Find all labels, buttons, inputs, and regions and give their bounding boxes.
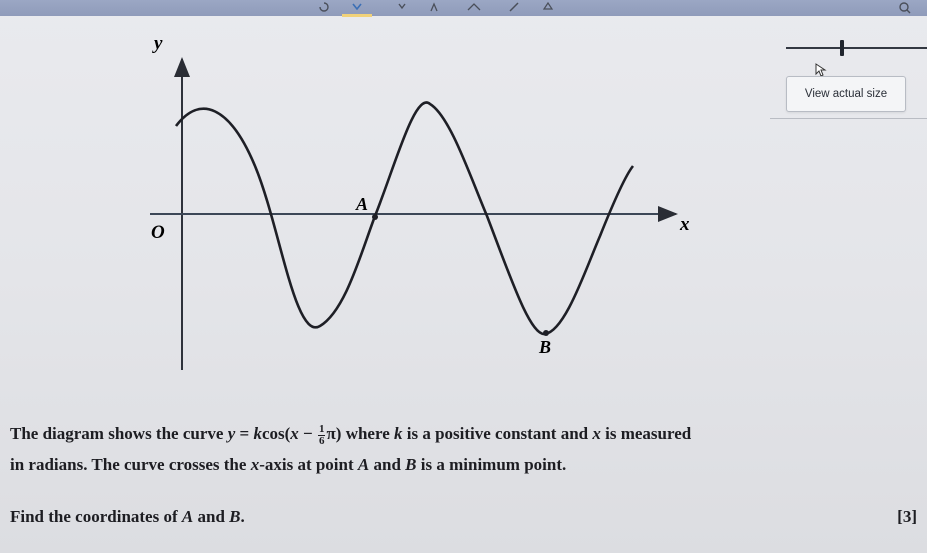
cursor-icon — [815, 63, 827, 77]
dropdown-arrow-icon[interactable] — [396, 1, 408, 13]
math-var: k — [394, 424, 403, 443]
viewer-panel: View actual size — [770, 28, 927, 120]
text-segment: . — [240, 507, 245, 526]
panel-divider — [770, 118, 927, 119]
cosine-curve — [174, 101, 635, 336]
point-b-marker — [543, 330, 549, 336]
math-pi: π) — [326, 424, 342, 443]
undo-icon[interactable] — [318, 1, 330, 13]
math-func: cos( — [261, 424, 291, 443]
view-actual-size-button[interactable]: View actual size — [786, 76, 906, 112]
cosine-graph: y x O A B — [150, 33, 690, 370]
text-segment: and — [369, 455, 406, 474]
text-segment: Find the coordinates of — [10, 507, 182, 526]
math-var: A — [181, 507, 194, 526]
toolbar — [0, 0, 927, 17]
eraser-icon[interactable] — [542, 1, 554, 13]
text-segment: is measured — [600, 424, 692, 443]
point-b-label: B — [538, 337, 551, 357]
x-axis-label: x — [679, 214, 690, 235]
search-icon[interactable] — [898, 1, 912, 15]
zoom-slider-track[interactable] — [786, 47, 927, 49]
text-segment: The diagram shows the curve — [10, 424, 228, 443]
question-line-2: in radians. The curve crosses the x-axis… — [10, 449, 927, 480]
text-segment: in radians. The curve crosses the — [10, 455, 251, 474]
marks-label: [3] — [897, 507, 917, 526]
fraction: 16 — [317, 422, 326, 447]
pen-icon[interactable] — [508, 1, 520, 13]
question-text: The diagram shows the curve y = kcos(x −… — [10, 418, 927, 480]
text-segment: is a positive constant and — [402, 424, 593, 443]
text-segment: where — [341, 424, 394, 443]
math-var: x — [250, 455, 260, 474]
origin-label: O — [151, 222, 165, 243]
question-line-1: The diagram shows the curve y = kcos(x −… — [10, 418, 927, 449]
text-segment: -axis at point — [259, 455, 358, 474]
text-segment: and — [193, 507, 230, 526]
math-op: − — [298, 424, 317, 443]
highlighter-icon[interactable] — [428, 1, 440, 13]
point-a-label: A — [355, 194, 368, 214]
math-var: k — [253, 424, 262, 443]
point-a-marker — [372, 214, 378, 220]
draw-icon[interactable] — [466, 1, 482, 13]
math-var: B — [405, 455, 417, 474]
y-axis-label: y — [152, 33, 163, 54]
find-instruction: Find the coordinates of A and B. — [10, 507, 245, 527]
chevron-down-icon[interactable] — [350, 1, 364, 13]
text-segment: is a minimum point. — [416, 455, 567, 474]
fraction-numerator: 1 — [317, 422, 326, 436]
fraction-denominator: 6 — [318, 434, 325, 447]
math-var: A — [357, 455, 370, 474]
math-var: B — [229, 507, 241, 526]
math-op: = — [235, 424, 254, 443]
math-var: x — [592, 424, 601, 443]
math-var: x — [290, 424, 299, 443]
zoom-slider-handle[interactable] — [840, 40, 844, 56]
